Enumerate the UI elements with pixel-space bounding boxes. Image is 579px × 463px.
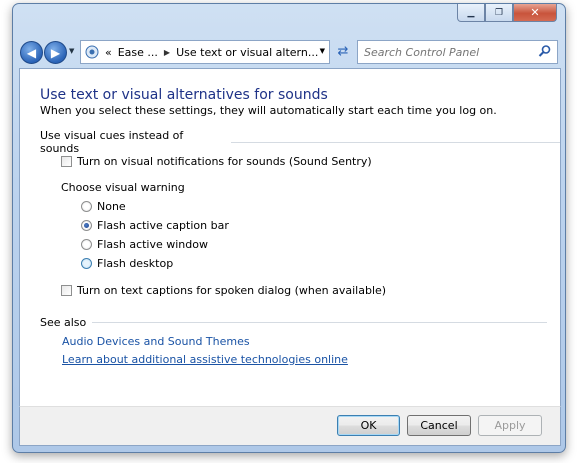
radio-none[interactable] <box>81 201 92 212</box>
caption-buttons: ▁ ❐ ✕ <box>457 4 557 22</box>
minimize-button[interactable]: ▁ <box>457 4 485 22</box>
warning-option-caption-bar[interactable]: Flash active caption bar <box>81 219 229 232</box>
cancel-button[interactable]: Cancel <box>407 415 471 436</box>
breadcrumb-ease-of-access[interactable]: Ease ... <box>118 46 158 59</box>
text-captions-label[interactable]: Turn on text captions for spoken dialog … <box>77 284 386 297</box>
search-icon[interactable] <box>538 44 552 58</box>
warning-option-label[interactable]: None <box>97 200 126 213</box>
breadcrumb-overflow[interactable]: « <box>105 46 112 59</box>
warning-option-active-window[interactable]: Flash active window <box>81 238 208 251</box>
forward-arrow-icon: ▶ <box>50 45 61 60</box>
button-bar: OK Cancel Apply <box>19 406 561 446</box>
section-visual-cues-label: Use visual cues instead of sounds <box>40 129 184 155</box>
link-audio-devices[interactable]: Audio Devices and Sound Themes <box>62 335 250 348</box>
sound-sentry-option[interactable]: Turn on visual notifications for sounds … <box>61 155 372 168</box>
sound-sentry-label[interactable]: Turn on visual notifications for sounds … <box>77 155 372 168</box>
section-see-also: See also <box>40 316 548 329</box>
back-arrow-icon: ◀ <box>26 45 37 60</box>
page-title: Use text or visual alternatives for soun… <box>40 87 328 103</box>
breadcrumb-separator-icon[interactable]: ▶ <box>164 48 170 57</box>
see-also-label: See also <box>40 316 87 329</box>
radio-active-window[interactable] <box>81 239 92 250</box>
sound-sentry-checkbox[interactable] <box>61 156 72 167</box>
warning-option-label[interactable]: Flash desktop <box>97 257 173 270</box>
warning-option-label[interactable]: Flash active window <box>97 238 208 251</box>
content-pane: Use text or visual alternatives for soun… <box>19 68 561 407</box>
section-visual-cues: Use visual cues instead of sounds <box>40 129 560 155</box>
control-panel-icon <box>85 45 99 59</box>
section-divider <box>92 322 548 323</box>
control-panel-window: ▁ ❐ ✕ ◀ ▶ ▼ « Ease ... ▶ Use text or vis… <box>12 3 566 453</box>
forward-button[interactable]: ▶ <box>44 41 67 64</box>
search-box[interactable] <box>357 40 558 64</box>
close-button[interactable]: ✕ <box>513 4 557 22</box>
navigation-bar: ◀ ▶ ▼ « Ease ... ▶ Use text or visual al… <box>20 40 558 64</box>
section-divider <box>231 141 560 143</box>
refresh-button[interactable]: ⇄ <box>333 41 353 61</box>
search-input[interactable] <box>362 44 536 60</box>
warning-option-desktop[interactable]: Flash desktop <box>81 257 173 270</box>
warning-option-label[interactable]: Flash active caption bar <box>97 219 229 232</box>
breadcrumb-current[interactable]: Use text or visual altern... <box>176 46 318 59</box>
maximize-button[interactable]: ❐ <box>485 4 513 22</box>
address-bar[interactable]: « Ease ... ▶ Use text or visual altern..… <box>80 40 330 64</box>
apply-button[interactable]: Apply <box>478 415 542 436</box>
warning-option-none[interactable]: None <box>81 200 126 213</box>
radio-caption-bar[interactable] <box>81 220 92 231</box>
address-dropdown-icon[interactable]: ▼ <box>320 47 325 55</box>
choose-warning-label: Choose visual warning <box>61 181 185 194</box>
text-captions-checkbox[interactable] <box>61 285 72 296</box>
ok-button[interactable]: OK <box>337 415 400 436</box>
back-button[interactable]: ◀ <box>20 41 43 64</box>
radio-desktop[interactable] <box>81 258 92 269</box>
refresh-icon: ⇄ <box>337 43 349 59</box>
recent-pages-dropdown[interactable]: ▼ <box>69 47 74 55</box>
text-captions-option[interactable]: Turn on text captions for spoken dialog … <box>61 284 386 297</box>
link-assistive-technologies[interactable]: Learn about additional assistive technol… <box>62 353 348 366</box>
page-subtitle: When you select these settings, they wil… <box>40 104 497 117</box>
